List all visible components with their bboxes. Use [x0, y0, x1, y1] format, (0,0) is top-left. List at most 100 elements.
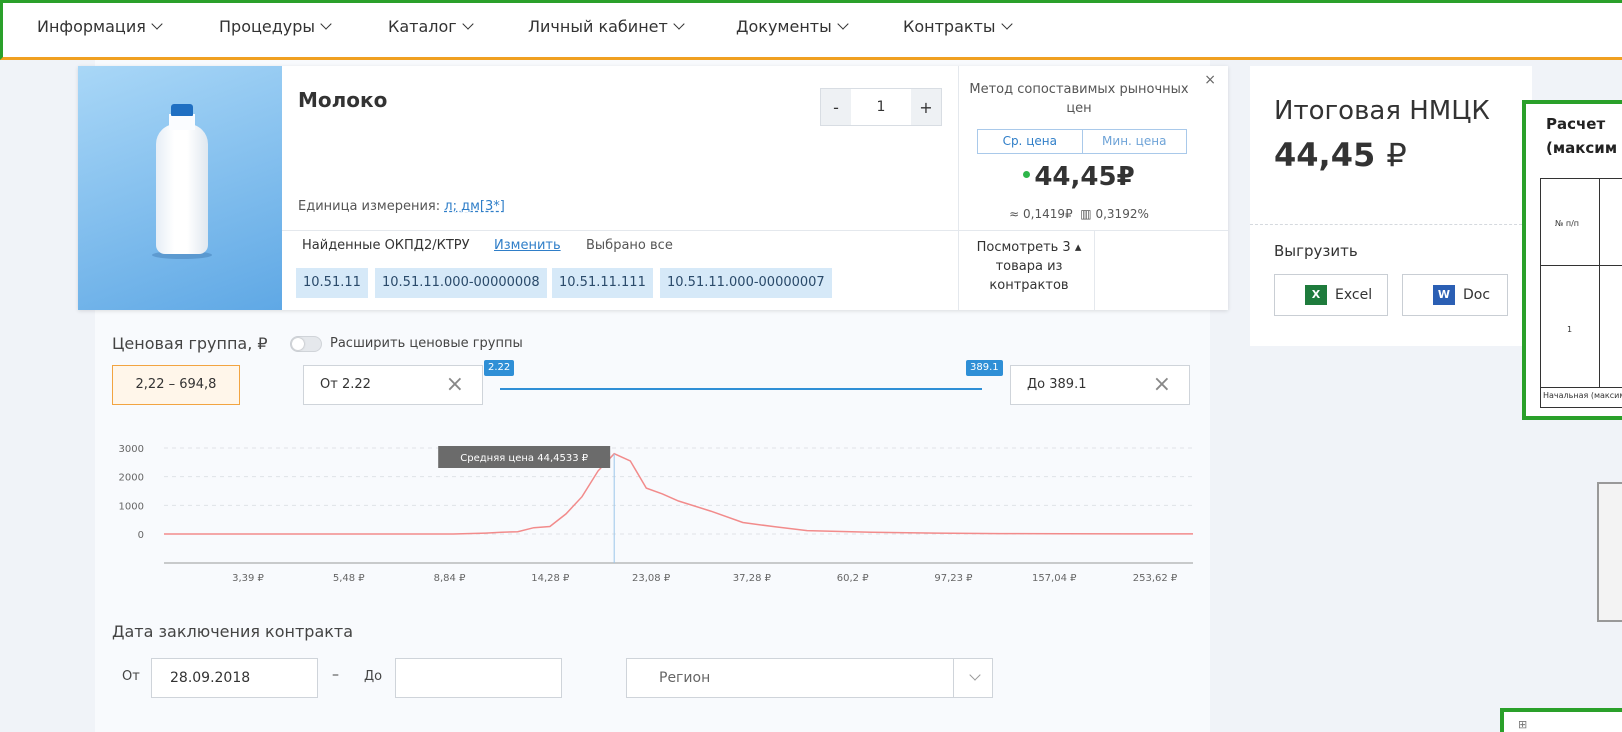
nav-contracts[interactable]: Контракты [903, 17, 1013, 36]
okpd-code-chip[interactable]: 10.51.11 [296, 268, 368, 298]
price-slider-track[interactable] [500, 388, 982, 390]
chevron-down-icon [462, 18, 474, 30]
excel-icon: X [1305, 285, 1327, 305]
unit-label: Единица измерения: [298, 199, 441, 214]
chevron-down-icon [673, 18, 685, 30]
date-to-label: До [364, 669, 383, 684]
clear-icon[interactable]: × [446, 366, 464, 404]
nav-catalog[interactable]: Каталог [388, 17, 474, 36]
status-dot-icon [1023, 171, 1031, 178]
product-image [78, 66, 282, 310]
nav-documents[interactable]: Документы [736, 17, 849, 36]
summary-title: Итоговая НМЦК [1274, 96, 1490, 126]
document-preview: Расчет (максим № п/п 1 Начальная (максим [1522, 100, 1622, 420]
nav-contracts-label: Контракты [903, 17, 996, 36]
close-icon[interactable]: × [1204, 72, 1216, 88]
price-from-input[interactable]: От 2.22 × [303, 365, 483, 405]
to-label: До [1027, 377, 1046, 392]
region-placeholder: Регион [659, 670, 711, 686]
divider [953, 659, 954, 697]
top-navigation: Информация Процедуры Каталог Личный каби… [0, 0, 1622, 60]
qty-minus-button[interactable]: - [821, 89, 851, 125]
y-tick-label: 0 [138, 530, 144, 541]
method-title: Метод сопоставимых рыночных цен [969, 82, 1189, 116]
qty-plus-button[interactable]: + [911, 89, 941, 125]
tab-average-price[interactable]: Ср. цена [978, 130, 1082, 153]
toggle-knob [292, 338, 304, 350]
view-contracts-link[interactable]: Посмотреть 3 ▴ товара из контрактов [967, 238, 1091, 295]
slider-max-handle[interactable]: 389.1 [966, 360, 1003, 376]
nav-cabinet[interactable]: Личный кабинет [528, 17, 685, 36]
contract-date-label: Дата заключения контракта [112, 622, 354, 641]
to-value: 389.1 [1049, 377, 1087, 392]
chevron-down-icon [1000, 18, 1013, 30]
move-icon: ⊞ [1518, 718, 1528, 731]
bottle-body [156, 124, 208, 254]
unit-link[interactable]: л; дм[3*] [444, 199, 505, 214]
okpd-selected-all: Выбрано все [586, 238, 673, 253]
summary-price: 44,45 ₽ [1274, 136, 1407, 174]
x-tick-label: 37,28 ₽ [733, 573, 772, 584]
summary-panel: Итоговая НМЦК 44,45 ₽ Выгрузить X Excel W… [1250, 66, 1532, 346]
okpd-label: Найденные ОКПД2/КТРУ [302, 238, 470, 253]
export-doc-button[interactable]: W Doc [1402, 274, 1508, 316]
table-line [1599, 179, 1600, 387]
excel-label: Excel [1335, 287, 1373, 303]
table-header-num: № п/п [1555, 219, 1580, 228]
price-series-line [164, 452, 1193, 535]
from-label: От [320, 377, 338, 392]
product-title: Молоко [298, 88, 388, 112]
okpd-change-link[interactable]: Изменить [494, 238, 561, 253]
nav-procedures-label: Процедуры [219, 17, 316, 36]
document-title: Расчет (максим [1546, 112, 1617, 160]
date-to-input[interactable] [395, 658, 562, 698]
x-tick-label: 5,48 ₽ [333, 573, 365, 584]
y-tick-label: 3000 [119, 444, 144, 455]
tab-min-price[interactable]: Мин. цена [1081, 130, 1187, 153]
x-tick-label: 8,84 ₽ [434, 573, 466, 584]
price-distribution-chart: 3000 2000 1000 0 3,39 ₽ 5,48 ₽ 8,84 ₽ 14,28 ₽ 23… [119, 444, 1193, 584]
date-from-input[interactable]: 28.09.2018 [151, 658, 318, 698]
bars-icon: ▥ [1080, 207, 1092, 221]
okpd-code-chip[interactable]: 10.51.11.000-00000007 [660, 268, 832, 298]
product-card: Молоко - 1 + Единица измерения: л; дм[3*… [78, 66, 1228, 310]
view-contracts-box: Посмотреть 3 ▴ товара из контрактов [958, 230, 1095, 310]
currency-sign: ₽ [1386, 136, 1407, 174]
document-title-line2: (максим [1546, 139, 1618, 157]
from-value: 2.22 [341, 377, 371, 392]
slider-min-handle[interactable]: 2.22 [484, 360, 515, 376]
doc-label: Doc [1463, 287, 1491, 303]
nav-procedures[interactable]: Процедуры [219, 17, 332, 36]
x-tick-label: 14,28 ₽ [531, 573, 570, 584]
quantity-stepper[interactable]: - 1 + [820, 88, 942, 126]
y-tick-label: 1000 [119, 501, 144, 512]
document-preview-2: ⊞ [1500, 708, 1622, 732]
x-tick-label: 23,08 ₽ [632, 573, 671, 584]
method-stats: ≈ 0,1419₽ ▥ 0,3192% [959, 207, 1199, 221]
variation-icon: ≈ [1009, 207, 1020, 221]
stat-deviation: 0,1419₽ [1023, 207, 1073, 221]
x-tick-label: 157,04 ₽ [1032, 573, 1077, 584]
expand-groups-label: Расширить ценовые группы [330, 336, 523, 351]
export-excel-button[interactable]: X Excel [1274, 274, 1388, 316]
clear-icon[interactable]: × [1153, 366, 1171, 404]
qty-value[interactable]: 1 [851, 99, 911, 115]
okpd-code-chip[interactable]: 10.51.11.000-00000008 [375, 268, 547, 298]
bottle-neck [169, 114, 195, 130]
expand-groups-toggle[interactable] [290, 336, 322, 352]
okpd-code-chip[interactable]: 10.51.11.111 [552, 268, 653, 298]
word-icon: W [1433, 285, 1455, 305]
price-to-input[interactable]: До 389.1 × [1010, 365, 1190, 405]
nav-catalog-label: Каталог [388, 17, 457, 36]
price-range-badge[interactable]: 2,22 – 694,8 [112, 365, 240, 405]
tooltip-text: Средняя цена 44,4533 ₽ [460, 453, 588, 464]
table-line [1541, 265, 1622, 266]
table-cell-num: 1 [1567, 325, 1573, 334]
region-select[interactable]: Регион [626, 658, 993, 698]
export-label: Выгрузить [1274, 242, 1358, 260]
chevron-down-icon [969, 669, 981, 681]
date-dash: – [332, 667, 339, 683]
chevron-down-icon [320, 18, 332, 30]
nav-info[interactable]: Информация [37, 17, 163, 36]
price-type-tabs: Ср. цена Мин. цена [977, 129, 1187, 154]
